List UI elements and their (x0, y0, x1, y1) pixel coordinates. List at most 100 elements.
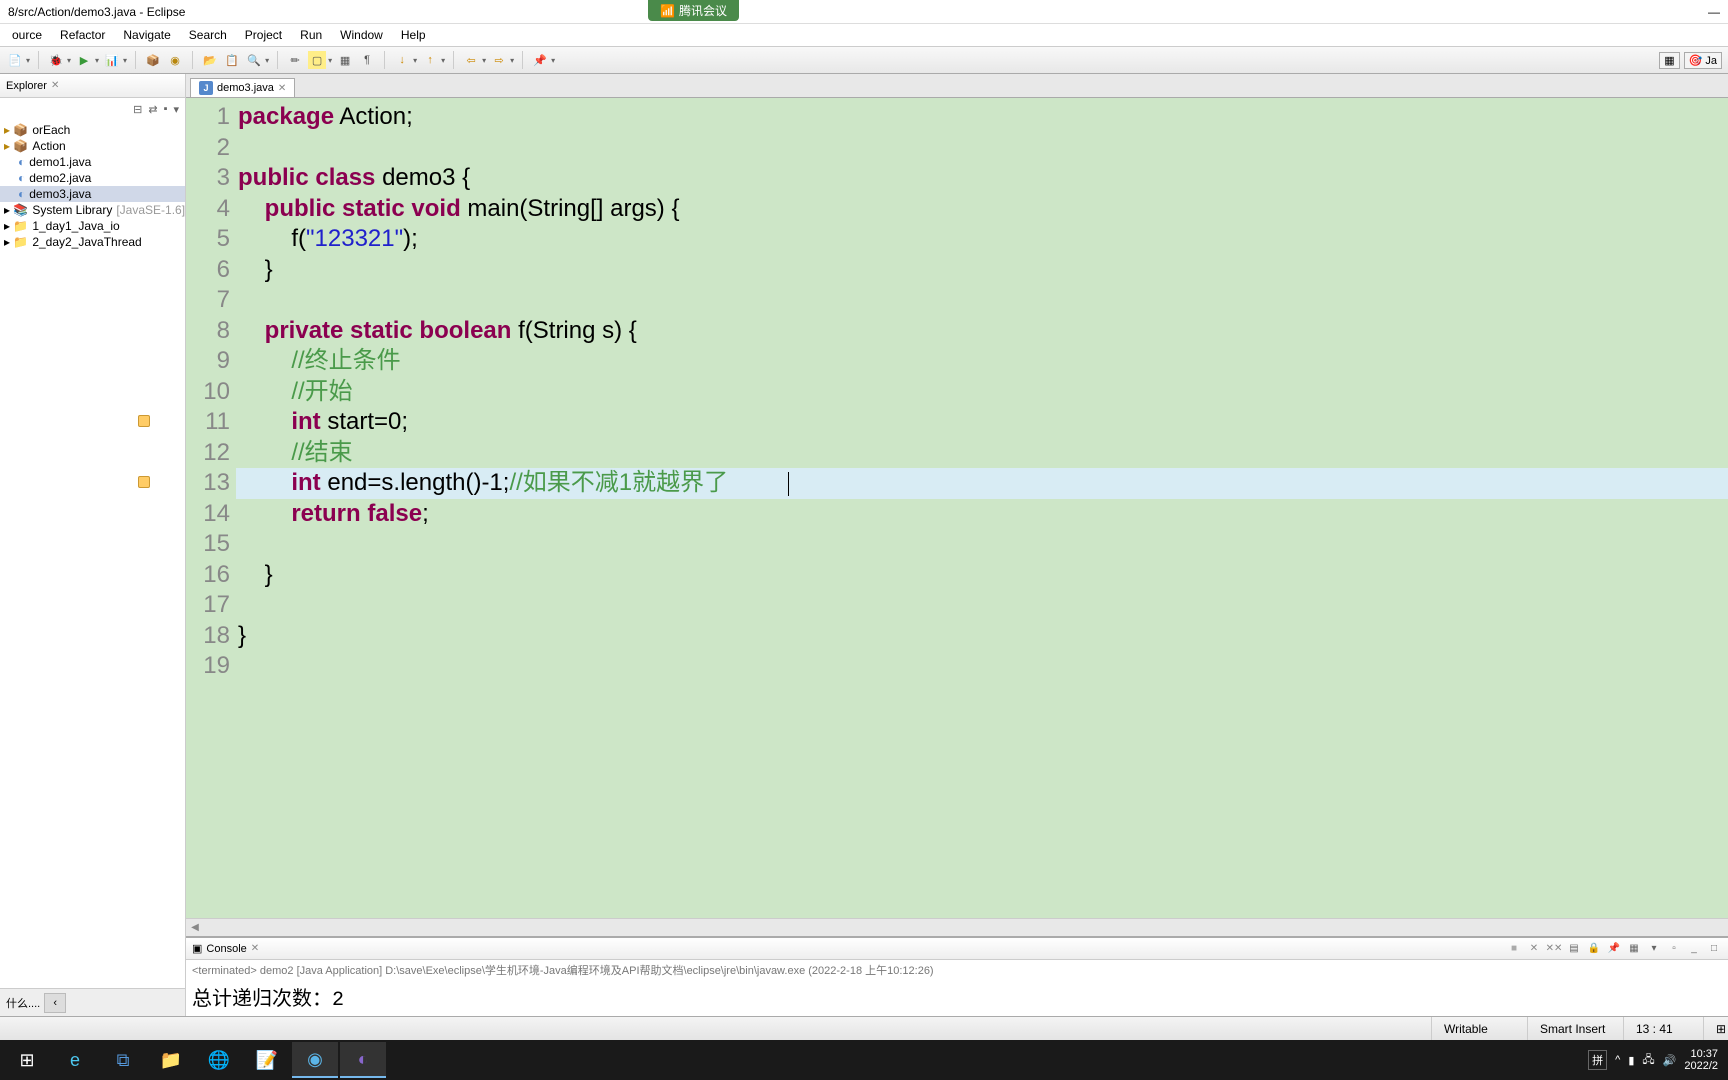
edge-icon[interactable]: e (52, 1042, 98, 1078)
code-line-8[interactable]: private static boolean f(String s) { (236, 316, 1728, 347)
line-number[interactable]: 8 (186, 316, 236, 347)
tree-item-action[interactable]: ▸ 📦 Action (0, 138, 185, 154)
chrome-icon[interactable]: 🌐 (196, 1042, 242, 1078)
line-number[interactable]: 12 (186, 438, 236, 469)
line-number[interactable]: 16 (186, 560, 236, 591)
notepad-icon[interactable]: 📝 (244, 1042, 290, 1078)
powershell-icon[interactable]: ⧉ (100, 1042, 146, 1078)
link-editor-icon[interactable]: ⇄ (148, 103, 157, 116)
open-perspective-button[interactable]: ▦ (1659, 52, 1679, 69)
code-line-17[interactable] (236, 590, 1728, 621)
collapse-all-icon[interactable]: ⊟ (133, 103, 142, 116)
tree-item-demo2-java[interactable]: ◐ demo2.java (0, 170, 185, 186)
line-number[interactable]: 17 (186, 590, 236, 621)
code-line-10[interactable]: //开始 (236, 377, 1728, 408)
scroll-lock-icon[interactable]: 🔒 (1586, 941, 1602, 957)
editor-tab-demo3[interactable]: J demo3.java ✕ (190, 78, 295, 97)
ime-indicator[interactable]: 拼 (1588, 1050, 1607, 1070)
menu-ource[interactable]: ource (4, 26, 50, 44)
menu-run[interactable]: Run (292, 26, 330, 44)
tencent-meeting-badge[interactable]: 📶 腾讯会议 (648, 0, 739, 21)
open-type-icon[interactable]: 📂 (201, 51, 219, 69)
scroll-left-icon[interactable]: ◀ (186, 922, 204, 933)
code-line-1[interactable]: package Action; (236, 102, 1728, 133)
network-icon[interactable]: 🖧 (1642, 1051, 1654, 1070)
tree-item-oreach[interactable]: ▸ 📦 orEach (0, 122, 185, 138)
dropdown-icon[interactable]: ▾ (265, 56, 269, 65)
remove-launch-icon[interactable]: ✕ (1526, 941, 1542, 957)
eclipse-icon[interactable]: ◐ (340, 1042, 386, 1078)
line-number[interactable]: 2 (186, 133, 236, 164)
line-number[interactable]: 11 (186, 407, 236, 438)
code-line-18[interactable]: } (236, 621, 1728, 652)
line-gutter[interactable]: 12345678910111213141516171819 (186, 98, 236, 918)
run-icon[interactable]: ▶ (75, 51, 93, 69)
min-icon[interactable]: _ (1686, 941, 1702, 957)
tree-item-2_day2_javathread[interactable]: ▸ 📁 2_day2_JavaThread (0, 234, 185, 250)
back-icon[interactable]: ⇦ (462, 51, 480, 69)
new-package-icon[interactable]: 📦 (144, 51, 162, 69)
line-number[interactable]: 4 (186, 194, 236, 225)
dropdown-icon[interactable]: ▾ (482, 56, 486, 65)
java-perspective-button[interactable]: 🎯 Ja (1684, 52, 1722, 69)
line-number[interactable]: 19 (186, 651, 236, 682)
status-overview[interactable]: ⊞ (1703, 1017, 1728, 1040)
dropdown-icon[interactable]: ▾ (95, 56, 99, 65)
close-icon[interactable]: ✕ (51, 80, 59, 91)
dropdown-icon[interactable]: ▾ (328, 56, 332, 65)
menu-window[interactable]: Window (332, 26, 391, 44)
prev-annotation-icon[interactable]: ↑ (421, 51, 439, 69)
dropdown-icon[interactable]: ▾ (510, 56, 514, 65)
code-editor[interactable]: 12345678910111213141516171819 package Ac… (186, 98, 1728, 918)
close-icon[interactable]: ✕ (278, 83, 286, 94)
terminate-icon[interactable]: ■ (1506, 941, 1522, 957)
code-line-12[interactable]: //结束 (236, 438, 1728, 469)
explorer-tab[interactable]: Explorer ✕ (0, 74, 185, 98)
clear-console-icon[interactable]: ▤ (1566, 941, 1582, 957)
tree-item-1_day1_java_io[interactable]: ▸ 📁 1_day1_Java_io (0, 218, 185, 234)
usb-icon[interactable]: ▮ (1628, 1054, 1634, 1067)
code-line-7[interactable] (236, 285, 1728, 316)
dropdown-icon[interactable]: ▾ (551, 56, 555, 65)
code-line-5[interactable]: f("123321"); (236, 224, 1728, 255)
warning-marker-icon[interactable] (138, 415, 150, 427)
remove-all-icon[interactable]: ✕✕ (1546, 941, 1562, 957)
code-line-2[interactable] (236, 133, 1728, 164)
code-line-19[interactable] (236, 651, 1728, 682)
dropdown-icon[interactable]: ▾ (26, 56, 30, 65)
code-line-4[interactable]: public static void main(String[] args) { (236, 194, 1728, 225)
code-line-6[interactable]: } (236, 255, 1728, 286)
next-annotation-icon[interactable]: ↓ (393, 51, 411, 69)
code-line-13[interactable]: int end=s.length()-1;//如果不减1就越界了 (236, 468, 1728, 499)
line-number[interactable]: 18 (186, 621, 236, 652)
line-number[interactable]: 9 (186, 346, 236, 377)
project-tree[interactable]: ▸ 📦 orEach▸ 📦 Action◐ demo1.java◐ demo2.… (0, 120, 185, 988)
line-number[interactable]: 14 (186, 499, 236, 530)
code-line-16[interactable]: } (236, 560, 1728, 591)
line-number[interactable]: 3 (186, 163, 236, 194)
file-explorer-icon[interactable]: 📁 (148, 1042, 194, 1078)
code-content[interactable]: package Action; public class demo3 { publ… (236, 98, 1728, 918)
back-button[interactable]: ‹ (44, 993, 66, 1013)
close-icon[interactable]: ✕ (251, 943, 259, 954)
show-whitespace-icon[interactable]: ¶ (358, 51, 376, 69)
toggle-mark-icon[interactable]: ✏ (286, 51, 304, 69)
dropdown-icon[interactable]: ▾ (441, 56, 445, 65)
code-line-11[interactable]: int start=0; (236, 407, 1728, 438)
volume-icon[interactable]: 🔊 (1663, 1054, 1677, 1067)
menu-project[interactable]: Project (237, 26, 290, 44)
forward-icon[interactable]: ⇨ (490, 51, 508, 69)
horizontal-scrollbar[interactable]: ◀ (186, 918, 1728, 936)
new-class-icon[interactable]: ◉ (166, 51, 184, 69)
block-select-icon[interactable]: ▦ (336, 51, 354, 69)
menu-help[interactable]: Help (393, 26, 434, 44)
start-button[interactable]: ⊞ (4, 1042, 50, 1078)
clock[interactable]: 10:37 2022/2 (1684, 1048, 1718, 1072)
code-line-9[interactable]: //终止条件 (236, 346, 1728, 377)
console-output[interactable]: 总计递归次数：2 (186, 980, 1728, 1014)
code-line-3[interactable]: public class demo3 { (236, 163, 1728, 194)
new-icon[interactable]: 📄 (6, 51, 24, 69)
pin-console-icon[interactable]: 📌 (1606, 941, 1622, 957)
code-line-14[interactable]: return false; (236, 499, 1728, 530)
system-tray[interactable]: 拼 ^ ▮ 🖧 🔊 10:37 2022/2 (1588, 1048, 1724, 1072)
